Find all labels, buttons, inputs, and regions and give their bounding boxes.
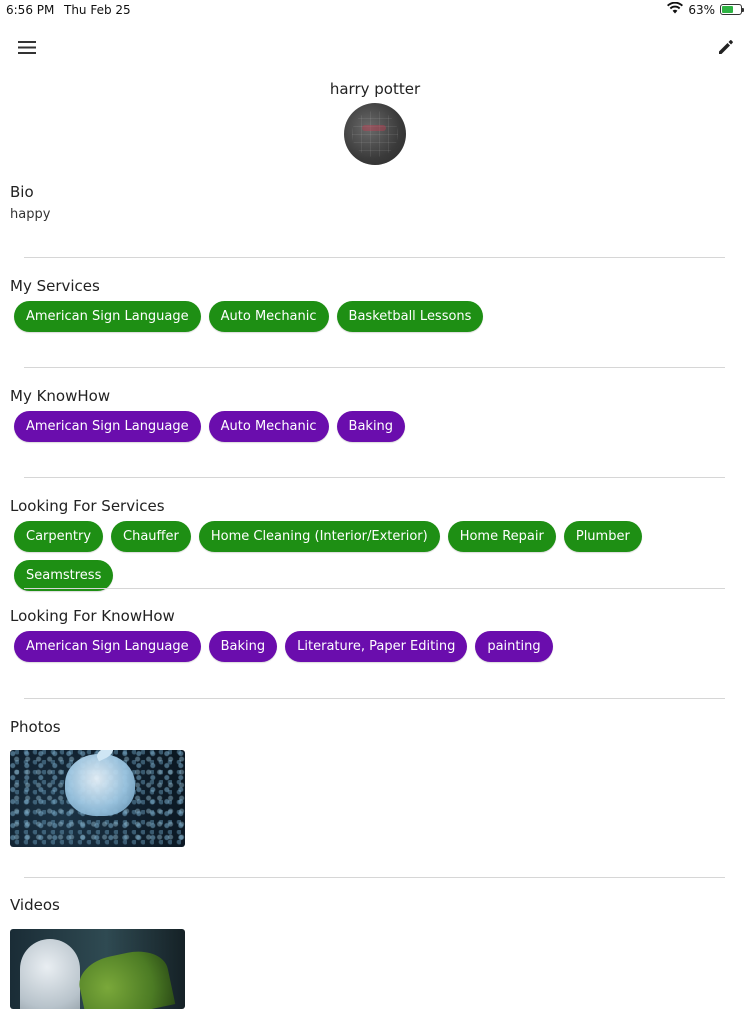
videos-title: Videos — [10, 896, 60, 914]
looking-services-section: Looking For Services Carpentry Chauffer … — [10, 497, 730, 591]
knowhow-chip[interactable]: Baking — [336, 411, 406, 442]
divider — [24, 588, 725, 589]
status-bar: 6:56 PM Thu Feb 25 63% — [0, 0, 750, 20]
knowhow-chip[interactable]: American Sign Language — [14, 631, 201, 662]
menu-button[interactable] — [17, 38, 39, 58]
service-chip[interactable]: Carpentry — [14, 521, 104, 552]
wifi-icon — [667, 1, 684, 17]
video-thumbnail[interactable] — [10, 929, 185, 1009]
battery-nub — [742, 8, 744, 12]
service-chip[interactable]: Home Cleaning (Interior/Exterior) — [198, 521, 440, 552]
service-chip[interactable]: Home Repair — [447, 521, 556, 552]
photos-title: Photos — [10, 718, 61, 736]
service-chip[interactable]: Auto Mechanic — [208, 301, 329, 332]
my-services-section: My Services American Sign Language Auto … — [10, 277, 730, 332]
battery-fill — [722, 6, 733, 13]
avatar-image-texture — [352, 111, 398, 157]
pencil-icon — [719, 40, 733, 54]
my-services-chips: American Sign Language Auto Mechanic Bas… — [10, 301, 730, 332]
divider — [24, 367, 725, 368]
looking-services-title: Looking For Services — [10, 497, 165, 515]
knowhow-chip[interactable]: painting — [475, 631, 553, 662]
divider — [24, 257, 725, 258]
knowhow-chip[interactable]: Literature, Paper Editing — [285, 631, 468, 662]
video-moss-image — [74, 945, 176, 1009]
my-knowhow-section: My KnowHow American Sign Language Auto M… — [10, 387, 730, 442]
looking-knowhow-chips: American Sign Language Baking Literature… — [10, 631, 730, 662]
photos-section: Photos — [10, 718, 730, 742]
service-chip[interactable]: Plumber — [563, 521, 642, 552]
looking-knowhow-section: Looking For KnowHow American Sign Langua… — [10, 607, 730, 662]
videos-section: Videos — [10, 896, 730, 920]
edit-profile-button[interactable] — [716, 37, 736, 57]
service-chip[interactable]: Seamstress — [14, 560, 114, 591]
bio-title: Bio — [10, 183, 34, 201]
battery-percent: 63% — [688, 2, 715, 17]
divider — [24, 698, 725, 699]
avatar[interactable] — [344, 103, 406, 165]
bio-section: Bio happy — [10, 183, 730, 222]
my-knowhow-chips: American Sign Language Auto Mechanic Bak… — [10, 411, 730, 442]
battery-icon — [720, 4, 744, 15]
profile-name: harry potter — [329, 80, 421, 98]
hamburger-icon — [18, 41, 36, 54]
service-chip[interactable]: American Sign Language — [14, 301, 201, 332]
apple-logo-image — [65, 754, 135, 816]
status-time: 6:56 PM — [6, 3, 55, 17]
knowhow-chip[interactable]: Baking — [208, 631, 278, 662]
my-knowhow-title: My KnowHow — [10, 387, 111, 405]
looking-knowhow-title: Looking For KnowHow — [10, 607, 175, 625]
looking-services-chips: Carpentry Chauffer Home Cleaning (Interi… — [10, 521, 730, 591]
service-chip[interactable]: Chauffer — [111, 521, 191, 552]
status-date: Thu Feb 25 — [64, 3, 131, 17]
video-character-image — [20, 939, 80, 1009]
divider — [24, 877, 725, 878]
my-services-title: My Services — [10, 277, 100, 295]
knowhow-chip[interactable]: Auto Mechanic — [208, 411, 329, 442]
photo-thumbnail[interactable] — [10, 750, 185, 847]
status-right: 63% — [667, 1, 744, 17]
service-chip[interactable]: Basketball Lessons — [336, 301, 484, 332]
knowhow-chip[interactable]: American Sign Language — [14, 411, 201, 442]
avatar-image-glow — [362, 125, 386, 131]
bio-text: happy — [10, 207, 51, 222]
divider — [24, 477, 725, 478]
